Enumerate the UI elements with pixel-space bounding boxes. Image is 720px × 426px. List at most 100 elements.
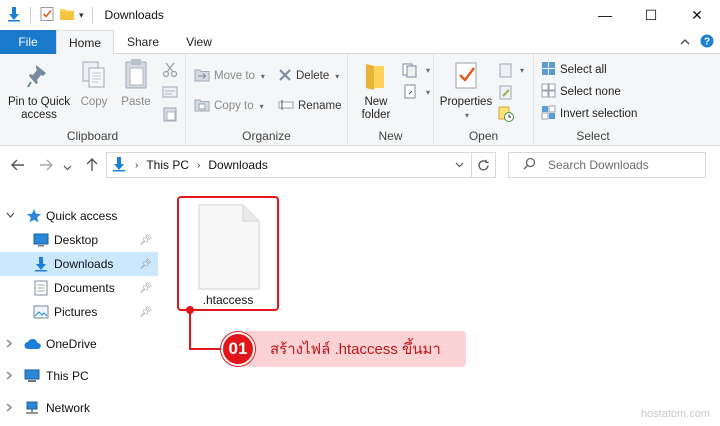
new-item-icon[interactable]: ▾ [402, 60, 430, 80]
refresh-icon[interactable] [471, 153, 495, 177]
new-group: New folder ▾ ▾ New [348, 54, 434, 146]
chevron-down-icon [63, 158, 72, 174]
navigation-bar: › This PC › Downloads Search Downloads [0, 146, 720, 186]
pin-icon [27, 62, 51, 94]
up-button[interactable] [82, 156, 102, 176]
recent-locations-button[interactable] [60, 156, 74, 176]
pinned-icon: 📌︎ [139, 258, 152, 270]
watermark: hostatom.com [640, 408, 710, 420]
new-group-label: New [378, 129, 403, 143]
file-name-label[interactable]: .htaccess [179, 293, 277, 307]
ribbon: Pin to Quick access Copy Paste Clipboard [0, 54, 720, 146]
address-bar[interactable]: › This PC › Downloads [106, 152, 496, 178]
properties-icon [453, 60, 479, 94]
annotation-text: สร้างไฟล์ .htaccess ขึ้นมา [270, 341, 441, 358]
search-icon [523, 157, 536, 173]
breadcrumb-this-pc[interactable]: This PC [146, 158, 189, 172]
downloads-location-icon [111, 156, 127, 175]
ribbon-tabs: File Home Share View ? [0, 30, 720, 55]
paste-icon [123, 58, 149, 94]
maximize-button[interactable]: ☐ [628, 0, 674, 30]
history-icon[interactable] [498, 104, 514, 124]
properties-button[interactable]: Properties ▾ [438, 58, 494, 122]
tab-view[interactable]: View [172, 30, 226, 54]
rename-icon [278, 99, 294, 114]
breadcrumb-downloads[interactable]: Downloads [208, 158, 267, 172]
nav-item-downloads[interactable]: Downloads 📌︎ [0, 252, 158, 276]
network-icon [24, 401, 40, 415]
forward-button[interactable] [36, 156, 56, 176]
search-box[interactable]: Search Downloads [508, 152, 706, 178]
move-to-button[interactable]: Move to ▾ [194, 66, 265, 86]
select-group-label: Select [576, 129, 610, 143]
copy-to-button[interactable]: Copy to ▾ [194, 96, 264, 116]
paste-button[interactable]: Paste [114, 58, 158, 109]
pinned-icon: 📌︎ [139, 234, 152, 246]
select-all-icon [541, 61, 556, 79]
nav-item-documents[interactable]: Documents 📌︎ [0, 276, 158, 300]
edit-icon[interactable] [498, 82, 514, 102]
title-bar: ▾ Downloads — ☐ ✕ [0, 0, 720, 30]
paste-shortcut-icon[interactable] [162, 104, 178, 124]
collapse-ribbon-icon[interactable] [680, 36, 690, 50]
nav-item-onedrive[interactable]: OneDrive [0, 332, 158, 356]
down-arrow-icon[interactable] [6, 6, 22, 25]
computer-icon [24, 369, 40, 383]
clipboard-group: Pin to Quick access Copy Paste Clipboard [0, 54, 186, 146]
help-icon[interactable]: ? [700, 34, 714, 51]
rename-button[interactable]: Rename [278, 96, 341, 116]
collapsed-chevron-icon[interactable] [6, 403, 13, 414]
nav-item-pictures[interactable]: Pictures 📌︎ [0, 300, 158, 324]
file-item-htaccess[interactable] [198, 204, 260, 293]
minimize-button[interactable]: — [582, 0, 628, 30]
tab-home[interactable]: Home [56, 30, 114, 55]
delete-button[interactable]: Delete ▾ [278, 66, 339, 86]
delete-x-icon [278, 68, 292, 85]
back-arrow-icon [11, 158, 25, 174]
copy-path-icon[interactable] [162, 82, 178, 102]
expanded-chevron-icon[interactable] [6, 211, 15, 221]
annotation-callout: สร้างไฟล์ .htaccess ขึ้นมา [244, 331, 466, 367]
select-none-button[interactable]: Select none [541, 82, 621, 102]
select-group: Select all Select none Invert selection … [534, 54, 652, 146]
nav-item-quick-access[interactable]: Quick access [0, 204, 158, 228]
desktop-icon [33, 233, 49, 247]
chevron-right-icon: › [135, 159, 139, 171]
open-icon[interactable]: ▾ [498, 60, 524, 80]
tab-share[interactable]: Share [116, 30, 170, 54]
clipboard-group-label: Clipboard [66, 129, 119, 143]
select-none-icon [541, 83, 556, 101]
pinned-icon: 📌︎ [139, 282, 152, 294]
tab-file[interactable]: File [0, 30, 56, 54]
quick-access-toolbar: ▾ [6, 6, 97, 25]
pin-quick-access-button[interactable]: Pin to Quick access [4, 58, 74, 122]
collapsed-chevron-icon[interactable] [6, 339, 13, 350]
window-title: Downloads [104, 8, 164, 22]
up-arrow-icon [86, 157, 98, 175]
folder-icon[interactable] [59, 6, 75, 25]
annotation-connector [189, 311, 191, 349]
nav-item-desktop[interactable]: Desktop 📌︎ [0, 228, 158, 252]
move-to-icon [194, 68, 210, 85]
collapsed-chevron-icon[interactable] [6, 371, 13, 382]
back-button[interactable] [8, 156, 28, 176]
cut-icon[interactable] [162, 60, 178, 80]
new-folder-button[interactable]: New folder [352, 58, 400, 122]
copy-icon [81, 60, 107, 94]
nav-item-network[interactable]: Network [0, 396, 158, 420]
documents-icon [34, 280, 48, 296]
address-dropdown-icon[interactable] [447, 153, 471, 177]
select-all-button[interactable]: Select all [541, 60, 607, 80]
properties-check-icon[interactable] [39, 6, 55, 25]
copy-to-icon [194, 98, 210, 115]
nav-item-this-pc[interactable]: This PC [0, 364, 158, 388]
easy-access-icon[interactable]: ▾ [402, 82, 430, 102]
organize-group-label: Organize [242, 129, 291, 143]
close-button[interactable]: ✕ [674, 0, 720, 30]
new-folder-icon [363, 60, 389, 94]
chevron-right-icon: › [197, 159, 201, 171]
downloads-icon [33, 256, 49, 272]
customize-toolbar-icon[interactable]: ▾ [79, 10, 84, 21]
invert-selection-button[interactable]: Invert selection [541, 104, 637, 124]
copy-button[interactable]: Copy [74, 58, 114, 109]
